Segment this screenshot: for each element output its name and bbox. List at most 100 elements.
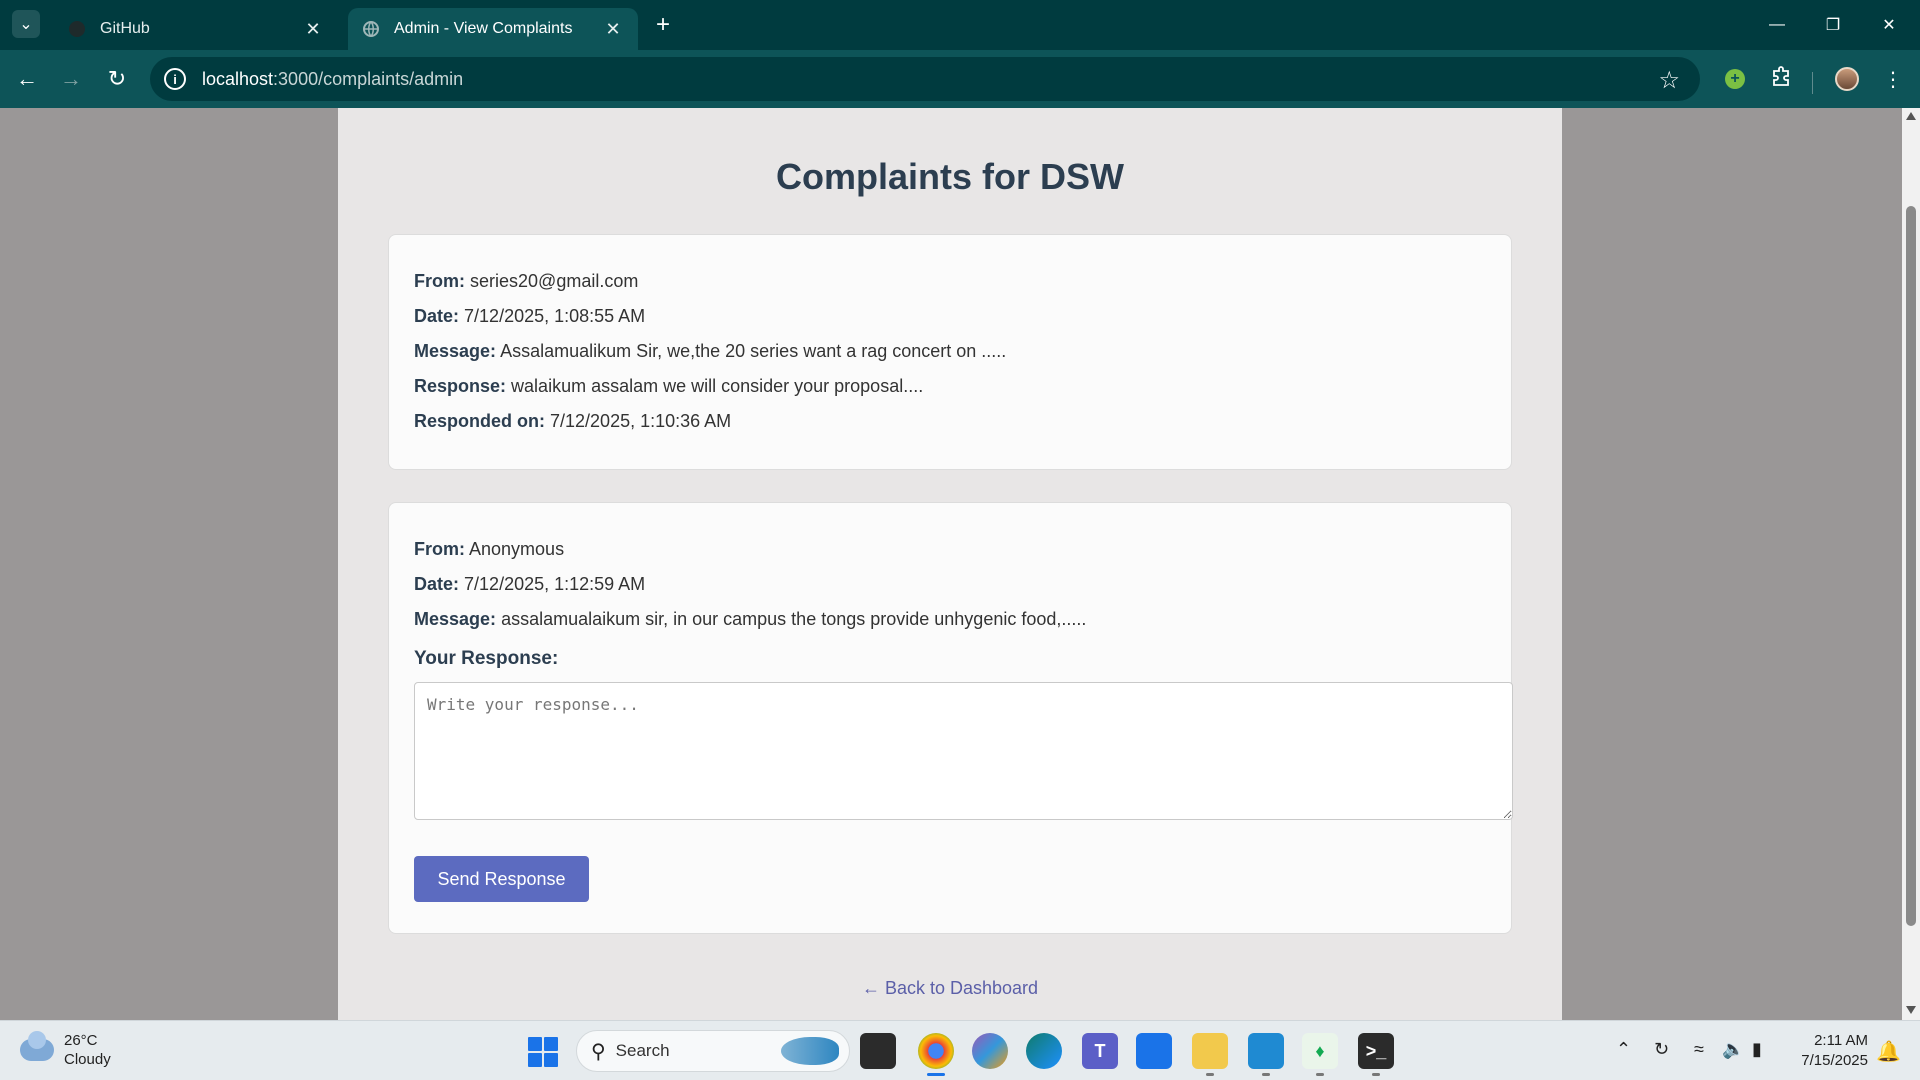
complaint-from: From: series20@gmail.com	[414, 271, 638, 292]
address-bar[interactable]: i localhost:3000/complaints/admin ☆	[150, 57, 1700, 101]
your-response-label: Your Response:	[414, 648, 559, 669]
start-tile	[544, 1037, 558, 1051]
search-label: Search	[615, 1041, 670, 1060]
complaint-responded-on: Responded on: 7/12/2025, 1:10:36 AM	[414, 411, 731, 432]
field-value: 7/12/2025, 1:12:59 AM	[464, 574, 646, 594]
tab-search-button[interactable]: ⌄	[12, 10, 40, 38]
restore-icon: ❐	[1825, 17, 1841, 34]
start-tile	[528, 1037, 542, 1051]
send-response-button[interactable]: Send Response	[414, 856, 589, 902]
sync-icon[interactable]: ↻	[1654, 1039, 1669, 1060]
wifi-icon[interactable]: ≈	[1694, 1039, 1704, 1060]
tab-title: Admin - View Complaints	[394, 20, 573, 37]
info-icon[interactable]: i	[164, 68, 186, 90]
url-host: localhost	[202, 68, 274, 89]
page-scrollbar[interactable]	[1902, 108, 1920, 1020]
minimize-icon: —	[1769, 16, 1785, 33]
github-icon	[68, 20, 86, 38]
url-path: :3000/complaints/admin	[273, 68, 464, 89]
chevron-down-icon: ⌄	[19, 16, 33, 33]
windows-start-icon[interactable]	[528, 1037, 558, 1067]
battery-icon[interactable]: ▮	[1752, 1039, 1762, 1060]
arrow-right-icon: →	[60, 66, 82, 91]
cloud-icon	[20, 1031, 54, 1061]
close-icon[interactable]: ✕	[602, 18, 624, 40]
browser-tab-bar: ⌄ GitHub ✕ Admin - View Complaints ✕ + —…	[0, 0, 1920, 50]
weather-widget[interactable]: 26°C Cloudy	[20, 1031, 111, 1069]
reload-button[interactable]: ↻	[102, 64, 132, 94]
toolbar-divider	[1812, 72, 1813, 94]
clock-time: 2:11 AM	[1814, 1032, 1868, 1049]
chrome-icon[interactable]	[918, 1033, 954, 1069]
extension-button[interactable]: +	[1720, 64, 1750, 94]
complaint-date: Date: 7/12/2025, 1:08:55 AM	[414, 306, 645, 327]
scroll-up-arrow-icon[interactable]	[1906, 112, 1916, 120]
back-to-dashboard-link[interactable]: ← Back to Dashboard	[338, 978, 1562, 999]
system-clock[interactable]: 2:11 AM 7/15/2025	[1790, 1031, 1868, 1071]
shark-icon	[781, 1037, 839, 1065]
complaint-card: From: Anonymous Date: 7/12/2025, 1:12:59…	[388, 502, 1513, 934]
scrollbar-thumb[interactable]	[1906, 206, 1916, 926]
field-value: walaikum assalam we will consider your p…	[511, 376, 924, 396]
windows-taskbar: 26°C Cloudy ⚲ Search T ♦ >_ ⌃ ↻ ≈ 🔈 ▮ 2:…	[0, 1020, 1920, 1080]
teams-icon[interactable]: T	[1082, 1033, 1118, 1069]
active-indicator	[927, 1073, 945, 1076]
taskbar-search[interactable]: ⚲ Search	[576, 1030, 850, 1072]
volume-icon[interactable]: 🔈	[1722, 1039, 1744, 1060]
close-icon[interactable]: ✕	[302, 18, 324, 40]
field-value: 7/12/2025, 1:08:55 AM	[464, 306, 646, 326]
running-indicator	[1262, 1073, 1270, 1076]
complaint-message: Message: assalamualaikum sir, in our cam…	[414, 609, 1086, 630]
mongodb-icon[interactable]: ♦	[1302, 1033, 1338, 1069]
field-value: Anonymous	[469, 539, 565, 559]
close-icon: ✕	[1882, 17, 1896, 34]
running-indicator	[1206, 1073, 1214, 1076]
edge-icon[interactable]	[1026, 1033, 1062, 1069]
field-label: Message:	[414, 341, 497, 361]
new-tab-button[interactable]: +	[650, 11, 676, 38]
field-value: Assalamualikum Sir, we,the 20 series wan…	[500, 341, 1007, 361]
field-label: Response:	[414, 376, 507, 396]
field-value: series20@gmail.com	[470, 271, 639, 291]
vscode-icon[interactable]	[1248, 1033, 1284, 1069]
running-indicator	[1372, 1073, 1380, 1076]
tab-admin-view-complaints[interactable]: Admin - View Complaints ✕	[348, 8, 638, 50]
running-indicator	[1316, 1073, 1324, 1076]
file-explorer-icon[interactable]	[1192, 1033, 1228, 1069]
minimize-button[interactable]: —	[1754, 10, 1800, 40]
task-view-icon[interactable]	[860, 1033, 896, 1069]
plus-icon: +	[655, 11, 670, 38]
weather-desc: Cloudy	[64, 1051, 111, 1068]
store-icon[interactable]	[1136, 1033, 1172, 1069]
page-title: Complaints for DSW	[776, 156, 1124, 197]
complaint-response: Response: walaikum assalam we will consi…	[414, 376, 923, 397]
browser-toolbar: ← → ↻ i localhost:3000/complaints/admin …	[0, 50, 1920, 108]
start-tile	[528, 1053, 542, 1067]
arrow-left-icon: ←	[16, 66, 38, 91]
weather-text: 26°C Cloudy	[64, 1031, 111, 1069]
scroll-down-arrow-icon[interactable]	[1906, 1006, 1916, 1014]
globe-icon	[362, 20, 380, 38]
close-window-button[interactable]: ✕	[1866, 10, 1912, 40]
kebab-menu-icon: ⋮	[1883, 68, 1903, 91]
copilot-icon[interactable]	[972, 1033, 1008, 1069]
chevron-up-icon[interactable]: ⌃	[1616, 1039, 1631, 1060]
restore-button[interactable]: ❐	[1810, 10, 1856, 40]
field-label: From:	[414, 271, 465, 291]
bookmark-star-icon[interactable]: ☆	[1658, 66, 1680, 95]
field-label: Responded on:	[414, 411, 545, 431]
field-value: assalamualaikum sir, in our campus the t…	[501, 609, 1087, 629]
tab-github[interactable]: GitHub ✕	[54, 8, 338, 50]
field-label: Message:	[414, 609, 497, 629]
terminal-icon[interactable]: >_	[1358, 1033, 1394, 1069]
browser-menu-button[interactable]: ⋮	[1878, 64, 1908, 94]
forward-button[interactable]: →	[56, 64, 86, 94]
profile-button[interactable]	[1832, 64, 1862, 94]
back-button[interactable]: ←	[12, 64, 42, 94]
extensions-puzzle-button[interactable]	[1766, 64, 1796, 94]
field-label: Date:	[414, 574, 460, 594]
notification-bell-icon[interactable]: 🔔	[1876, 1039, 1901, 1064]
reload-icon: ↻	[107, 66, 127, 91]
weather-temp: 26°C	[64, 1032, 98, 1049]
response-textarea[interactable]	[414, 682, 1513, 820]
